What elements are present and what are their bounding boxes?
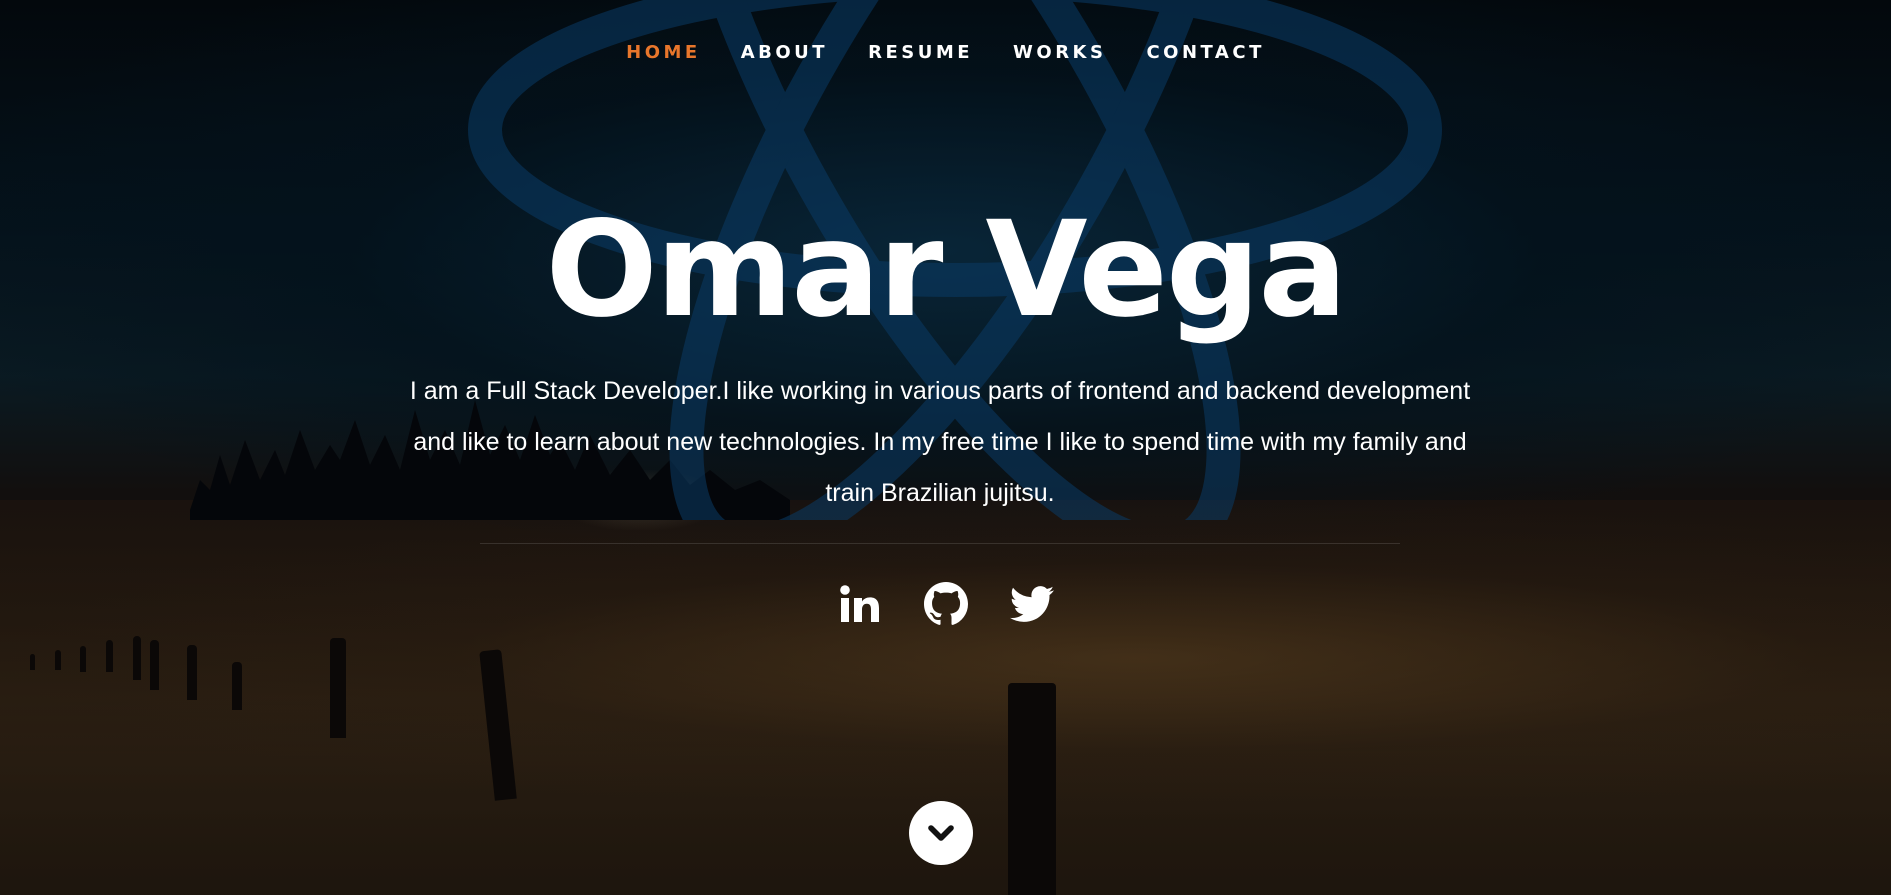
fence-post <box>55 650 61 670</box>
main-nav: HOME ABOUT RESUME WORKS CONTACT <box>0 42 1891 63</box>
nav-item-about[interactable]: ABOUT <box>741 42 828 63</box>
nav-item-home[interactable]: HOME <box>626 42 701 63</box>
scroll-down-button[interactable] <box>909 801 973 865</box>
fence-post <box>232 662 242 710</box>
hero-name: Omar Vega <box>545 193 1348 347</box>
linkedin-link[interactable] <box>838 582 882 626</box>
fence-post <box>106 640 113 672</box>
nav-item-works[interactable]: WORKS <box>1013 42 1106 63</box>
nav-item-contact[interactable]: CONTACT <box>1146 42 1264 63</box>
fence-post <box>30 654 35 670</box>
hero-section: HOME ABOUT RESUME WORKS CONTACT Omar Veg… <box>0 0 1891 895</box>
fence-post <box>1008 683 1056 895</box>
divider <box>480 543 1400 544</box>
linkedin-icon <box>839 585 879 622</box>
fence-post <box>150 640 159 690</box>
social-links <box>0 582 1891 626</box>
twitter-link[interactable] <box>1009 582 1054 626</box>
twitter-icon <box>1009 586 1054 622</box>
github-link[interactable] <box>923 582 968 626</box>
fence-post <box>133 636 141 680</box>
fence-post <box>80 646 86 672</box>
fence-post <box>330 638 346 738</box>
hero-bio: I am a Full Stack Developer.I like worki… <box>409 377 1471 507</box>
fence-post <box>187 645 197 700</box>
nav-item-resume[interactable]: RESUME <box>868 42 973 63</box>
github-icon <box>923 582 968 625</box>
chevron-down-icon <box>928 825 954 841</box>
